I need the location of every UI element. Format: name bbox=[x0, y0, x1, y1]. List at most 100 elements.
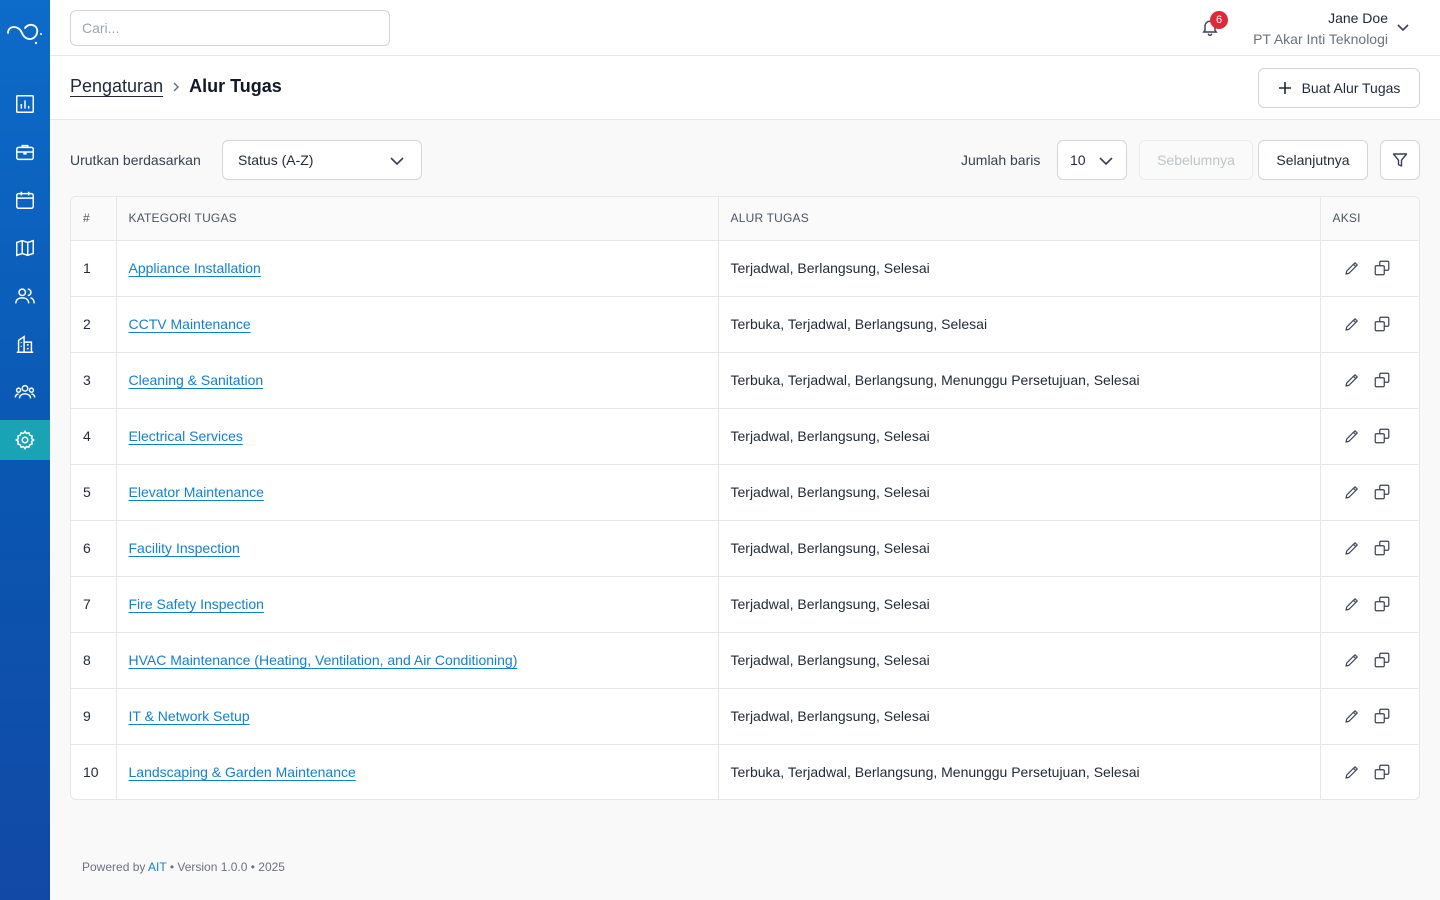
category-link[interactable]: Fire Safety Inspection bbox=[129, 596, 264, 612]
duplicate-button[interactable] bbox=[1367, 648, 1397, 672]
edit-button[interactable] bbox=[1337, 536, 1367, 560]
row-number: 4 bbox=[71, 408, 117, 465]
edit-button[interactable] bbox=[1337, 368, 1367, 392]
edit-button[interactable] bbox=[1337, 312, 1367, 336]
row-number: 7 bbox=[71, 576, 117, 633]
actions-cell bbox=[1320, 576, 1419, 633]
actions-cell bbox=[1320, 520, 1419, 577]
row-number: 6 bbox=[71, 520, 117, 577]
chevron-down-icon[interactable] bbox=[1396, 20, 1410, 34]
edit-icon bbox=[1344, 654, 1358, 667]
edit-button[interactable] bbox=[1337, 592, 1367, 616]
row-number: 8 bbox=[71, 632, 117, 689]
rows-per-page-label: Jumlah baris bbox=[961, 152, 1041, 168]
row-number: 1 bbox=[71, 240, 117, 297]
map-icon bbox=[16, 239, 34, 257]
footer-brand-link[interactable]: AIT bbox=[148, 860, 166, 874]
duplicate-button[interactable] bbox=[1367, 424, 1397, 448]
create-workflow-label: Buat Alur Tugas bbox=[1301, 80, 1401, 96]
category-cell: CCTV Maintenance bbox=[116, 296, 719, 353]
sort-select-value: Status (A-Z) bbox=[238, 152, 314, 168]
sidebar-item-users[interactable] bbox=[0, 276, 50, 316]
sidebar bbox=[0, 0, 50, 900]
search-input[interactable] bbox=[70, 10, 390, 46]
sidebar-item-buildings[interactable] bbox=[0, 324, 50, 364]
duplicate-button[interactable] bbox=[1367, 480, 1397, 504]
duplicate-button[interactable] bbox=[1367, 592, 1397, 616]
rows-per-page-value: 10 bbox=[1070, 152, 1086, 168]
category-link[interactable]: Elevator Maintenance bbox=[129, 484, 264, 500]
category-cell: Electrical Services bbox=[116, 408, 719, 465]
edit-button[interactable] bbox=[1337, 648, 1367, 672]
sort-select[interactable]: Status (A-Z) bbox=[222, 140, 422, 180]
category-cell: HVAC Maintenance (Heating, Ventilation, … bbox=[116, 632, 719, 689]
category-cell: Landscaping & Garden Maintenance bbox=[116, 744, 719, 799]
page-header: Pengaturan Alur Tugas Buat Alur Tugas bbox=[50, 56, 1440, 120]
sidebar-item-schedule[interactable] bbox=[0, 180, 50, 220]
edit-button[interactable] bbox=[1337, 256, 1367, 280]
duplicate-button[interactable] bbox=[1367, 536, 1397, 560]
actions-cell bbox=[1320, 240, 1419, 297]
actions-cell bbox=[1320, 408, 1419, 465]
category-cell: Appliance Installation bbox=[116, 240, 719, 297]
category-link[interactable]: CCTV Maintenance bbox=[129, 316, 251, 332]
duplicate-button[interactable] bbox=[1367, 760, 1397, 784]
category-link[interactable]: Appliance Installation bbox=[129, 260, 261, 276]
breadcrumb-settings-link[interactable]: Pengaturan bbox=[70, 76, 163, 97]
category-link[interactable]: IT & Network Setup bbox=[129, 708, 250, 724]
duplicate-icon bbox=[1374, 260, 1389, 276]
row-number: 5 bbox=[71, 464, 117, 521]
category-link[interactable]: Cleaning & Sanitation bbox=[129, 372, 264, 388]
create-workflow-button[interactable]: Buat Alur Tugas bbox=[1258, 68, 1420, 108]
sidebar-item-jobs[interactable] bbox=[0, 132, 50, 172]
category-cell: IT & Network Setup bbox=[116, 688, 719, 745]
column-header-category[interactable]: KATEGORI TUGAS bbox=[116, 197, 719, 241]
duplicate-button[interactable] bbox=[1367, 368, 1397, 392]
table-row: 6 Facility Inspection Terjadwal, Berlangsu… bbox=[71, 520, 1419, 577]
column-header-flow[interactable]: ALUR TUGAS bbox=[718, 197, 1321, 241]
sidebar-item-map[interactable] bbox=[0, 228, 50, 268]
sidebar-item-settings[interactable] bbox=[0, 420, 50, 460]
duplicate-button[interactable] bbox=[1367, 256, 1397, 280]
users-icon bbox=[15, 288, 35, 304]
category-link[interactable]: Facility Inspection bbox=[129, 540, 240, 556]
category-link[interactable]: HVAC Maintenance (Heating, Ventilation, … bbox=[129, 652, 518, 668]
duplicate-button[interactable] bbox=[1367, 312, 1397, 336]
topbar: 6 Jane Doe PT Akar Inti Teknologi bbox=[50, 0, 1440, 56]
edit-button[interactable] bbox=[1337, 424, 1367, 448]
previous-page-button[interactable]: Sebelumnya bbox=[1139, 140, 1253, 180]
building-icon bbox=[16, 335, 34, 353]
edit-button[interactable] bbox=[1337, 704, 1367, 728]
sidebar-item-dashboard[interactable] bbox=[0, 84, 50, 124]
notification-badge: 6 bbox=[1210, 11, 1228, 29]
sidebar-item-teams[interactable] bbox=[0, 372, 50, 412]
table-row: 2 CCTV Maintenance Terbuka, Terjadwal, Ber… bbox=[71, 296, 1419, 353]
flow-cell: Terjadwal, Berlangsung, Selesai bbox=[718, 240, 1321, 297]
flow-cell: Terjadwal, Berlangsung, Selesai bbox=[718, 408, 1321, 465]
app-logo-icon[interactable] bbox=[5, 16, 45, 50]
footer-prefix: Powered by bbox=[82, 860, 149, 874]
duplicate-icon bbox=[1374, 596, 1389, 612]
duplicate-icon bbox=[1374, 428, 1389, 444]
rows-per-page-select[interactable]: 10 bbox=[1057, 140, 1127, 180]
flow-cell: Terbuka, Terjadwal, Berlangsung, Selesai bbox=[718, 296, 1321, 353]
row-number: 10 bbox=[71, 744, 117, 799]
category-link[interactable]: Landscaping & Garden Maintenance bbox=[129, 764, 356, 780]
edit-icon bbox=[1344, 374, 1358, 387]
edit-button[interactable] bbox=[1337, 480, 1367, 504]
duplicate-button[interactable] bbox=[1367, 704, 1397, 728]
row-number: 9 bbox=[71, 688, 117, 745]
row-number: 3 bbox=[71, 352, 117, 409]
next-page-button[interactable]: Selanjutnya bbox=[1258, 140, 1368, 180]
flow-cell: Terjadwal, Berlangsung, Selesai bbox=[718, 464, 1321, 521]
edit-button[interactable] bbox=[1337, 760, 1367, 784]
category-link[interactable]: Electrical Services bbox=[129, 428, 243, 444]
sort-label: Urutkan berdasarkan bbox=[70, 152, 201, 168]
flow-cell: Terjadwal, Berlangsung, Selesai bbox=[718, 688, 1321, 745]
gear-icon bbox=[15, 430, 35, 450]
user-menu[interactable]: Jane Doe PT Akar Inti Teknologi bbox=[1253, 9, 1388, 49]
filter-icon bbox=[1392, 153, 1408, 167]
duplicate-icon bbox=[1374, 316, 1389, 332]
filter-button[interactable] bbox=[1380, 140, 1420, 180]
category-cell: Fire Safety Inspection bbox=[116, 576, 719, 633]
